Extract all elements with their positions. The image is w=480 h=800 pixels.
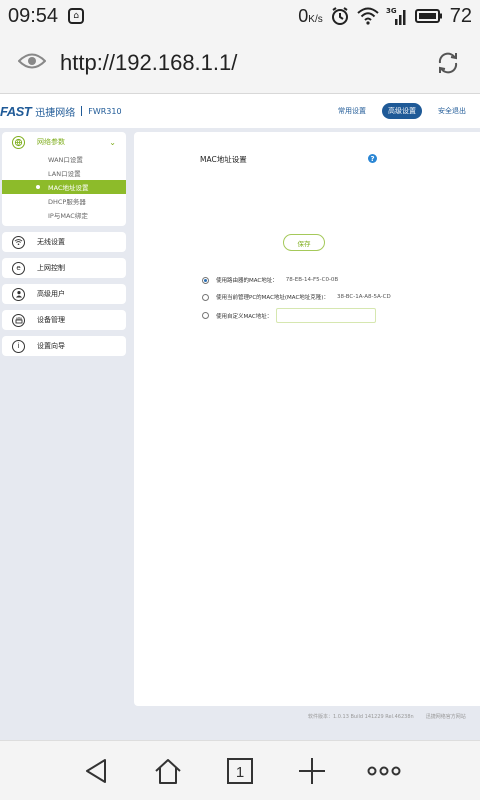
option-router-mac[interactable]: 使用路由器的MAC地址： 78-EB-14-F5-C0-0B bbox=[202, 276, 338, 284]
browser-toolbar: 1 bbox=[0, 740, 480, 800]
radio-custom-mac[interactable] bbox=[202, 312, 209, 319]
network-submenu: WAN口设置 LAN口设置 MAC地址设置 DHCP服务器 IP与MAC绑定 bbox=[2, 152, 126, 226]
sidebar: 网络参数 ⌄ WAN口设置 LAN口设置 MAC地址设置 DHCP服务器 IP与… bbox=[0, 132, 128, 362]
menu-access-control-label: 上网控制 bbox=[37, 264, 65, 272]
battery-level: 72 bbox=[449, 4, 472, 27]
cell-signal-icon: 3G bbox=[386, 6, 408, 26]
reload-icon[interactable] bbox=[434, 49, 462, 77]
option-clone-mac-label: 使用当前管理PC的MAC地址(MAC地址克隆)： bbox=[216, 295, 329, 301]
address-bar[interactable]: http://192.168.1.1/ bbox=[0, 32, 480, 94]
menu-wireless-head[interactable]: 无线设置 bbox=[2, 232, 126, 252]
brand-name: 迅捷网络 bbox=[35, 107, 76, 119]
menu-network-head[interactable]: 网络参数 ⌄ bbox=[2, 132, 126, 152]
sidebar-item-wan[interactable]: WAN口设置 bbox=[2, 152, 126, 166]
help-icon[interactable]: ? bbox=[368, 154, 377, 163]
chevron-down-icon: ⌄ bbox=[109, 137, 116, 147]
option-custom-mac-label: 使用自定义MAC地址： bbox=[216, 313, 273, 320]
tabs-button[interactable]: 1 bbox=[220, 751, 260, 791]
new-tab-icon[interactable] bbox=[292, 751, 332, 791]
back-icon[interactable] bbox=[76, 751, 116, 791]
menu-advanced-user-label: 高级用户 bbox=[37, 290, 65, 298]
info-icon: i bbox=[12, 339, 25, 353]
option-router-mac-label: 使用路由器的MAC地址： bbox=[216, 278, 278, 284]
option-custom-mac[interactable]: 使用自定义MAC地址： bbox=[202, 308, 377, 323]
nav-common-settings[interactable]: 常用设置 bbox=[332, 103, 372, 119]
status-time: 09:54 bbox=[8, 4, 59, 27]
main-panel: MAC地址设置 ? 使用路由器的MAC地址： 78-EB-14-F5-C0-0B… bbox=[134, 132, 480, 706]
software-version: 软件版本：1.0.13 Build 141229 Rel.46238n bbox=[308, 714, 414, 720]
nav-advanced-settings[interactable]: 高级设置 bbox=[382, 103, 422, 119]
menu-setup-wizard-head[interactable]: i 设置向导 bbox=[2, 336, 126, 356]
menu-access-control: e 上网控制 bbox=[2, 258, 126, 278]
user-icon bbox=[12, 287, 25, 301]
url-text[interactable]: http://192.168.1.1/ bbox=[60, 50, 237, 76]
home-icon[interactable] bbox=[148, 751, 188, 791]
wifi-signal-icon bbox=[357, 7, 379, 25]
save-button[interactable]: 保存 bbox=[283, 234, 325, 251]
footer: 软件版本：1.0.13 Build 141229 Rel.46238n 迅捷网络… bbox=[308, 713, 466, 720]
option-clone-mac[interactable]: 使用当前管理PC的MAC地址(MAC地址克隆)： 38-BC-1A-A8-5A-… bbox=[202, 293, 391, 301]
option-router-mac-value: 78-EB-14-F5-C0-0B bbox=[285, 277, 339, 283]
menu-access-control-head[interactable]: e 上网控制 bbox=[2, 258, 126, 278]
e-icon: e bbox=[12, 261, 25, 275]
radio-clone-mac[interactable] bbox=[202, 293, 209, 301]
model-name: FWR310 bbox=[88, 106, 122, 116]
notification-icon: ⌂ bbox=[68, 8, 85, 24]
battery-icon bbox=[414, 8, 443, 24]
official-site-link[interactable]: 迅捷网络官方网站 bbox=[426, 713, 466, 720]
menu-network: 网络参数 ⌄ WAN口设置 LAN口设置 MAC地址设置 DHCP服务器 IP与… bbox=[2, 132, 126, 226]
status-indicators: 0K/s 3G 72 bbox=[298, 5, 472, 28]
menu-device-management-head[interactable]: 设备管理 bbox=[2, 310, 126, 330]
sidebar-item-lan[interactable]: LAN口设置 bbox=[2, 166, 126, 180]
menu-setup-wizard-label: 设置向导 bbox=[37, 342, 65, 350]
sidebar-item-mac[interactable]: MAC地址设置 bbox=[2, 180, 126, 194]
eye-icon[interactable] bbox=[17, 52, 47, 74]
sidebar-item-ip-mac-binding[interactable]: IP与MAC绑定 bbox=[2, 208, 126, 222]
menu-network-label: 网络参数 bbox=[37, 138, 65, 146]
custom-mac-input[interactable] bbox=[276, 308, 377, 323]
menu-wireless: 无线设置 bbox=[2, 232, 126, 252]
router-header: FAST 迅捷网络 FWR310 常用设置 高级设置 安全退出 bbox=[0, 94, 480, 128]
network-speed: 0K/s bbox=[298, 5, 323, 26]
svg-text:1: 1 bbox=[236, 764, 244, 781]
globe-icon bbox=[12, 135, 25, 149]
status-bar: 09:54 ⌂ 0K/s 3G 72 bbox=[0, 0, 480, 32]
menu-advanced-user: 高级用户 bbox=[2, 284, 126, 304]
menu-wireless-label: 无线设置 bbox=[37, 238, 65, 246]
menu-advanced-user-head[interactable]: 高级用户 bbox=[2, 284, 126, 304]
menu-device-management: 设备管理 bbox=[2, 310, 126, 330]
more-menu-icon[interactable] bbox=[364, 751, 404, 791]
menu-device-management-label: 设备管理 bbox=[37, 316, 65, 324]
radio-router-mac[interactable] bbox=[202, 276, 209, 284]
router-page: FAST 迅捷网络 FWR310 常用设置 高级设置 安全退出 网络参数 ⌄ W… bbox=[0, 94, 480, 740]
option-clone-mac-value: 38-BC-1A-A8-5A-CD bbox=[336, 294, 391, 300]
wifi-icon bbox=[12, 235, 25, 249]
menu-setup-wizard: i 设置向导 bbox=[2, 336, 126, 356]
brand-logo: FAST bbox=[0, 103, 32, 119]
device-icon bbox=[12, 313, 25, 327]
sidebar-item-dhcp[interactable]: DHCP服务器 bbox=[2, 194, 126, 208]
top-nav: 常用设置 高级设置 安全退出 bbox=[332, 103, 480, 119]
svg-text:3G: 3G bbox=[386, 7, 397, 15]
alarm-icon bbox=[330, 6, 350, 26]
nav-logout[interactable]: 安全退出 bbox=[432, 103, 472, 119]
page-title: MAC地址设置 bbox=[200, 155, 247, 164]
divider bbox=[81, 106, 83, 116]
